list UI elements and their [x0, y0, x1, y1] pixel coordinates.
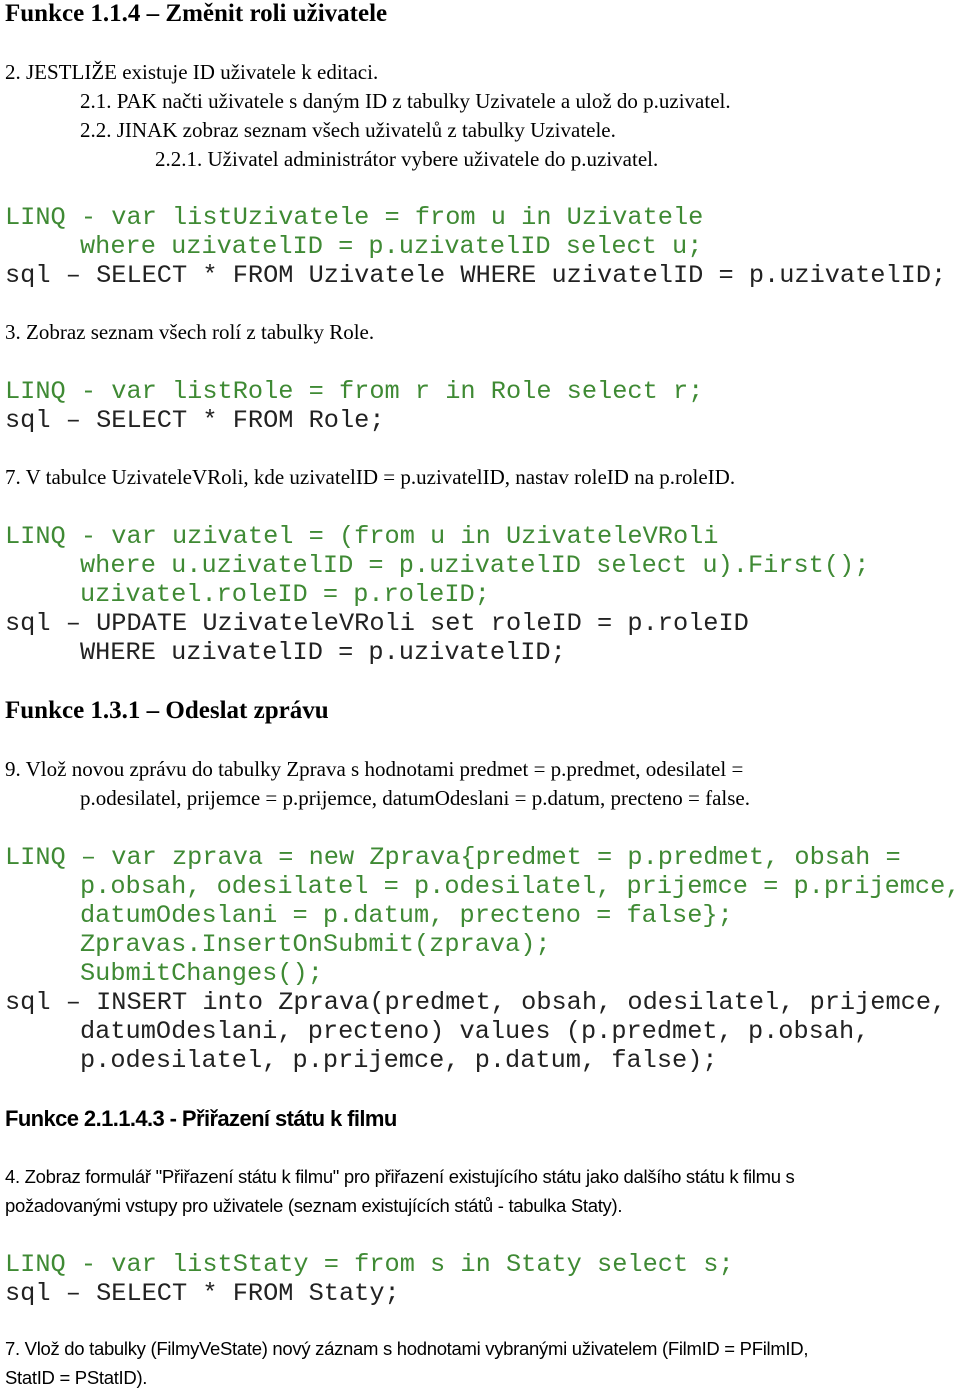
linq-code-line: where uzivatelID = p.uzivatelID select u… — [80, 232, 703, 261]
linq-code-line: SubmitChanges(); — [80, 959, 323, 988]
linq-code-line: datumOdeslani = p.datum, precteno = fals… — [80, 901, 733, 930]
sql-code-line: sql – SELECT * FROM Uzivatele WHERE uziv… — [5, 261, 947, 290]
step-text: 2.1. PAK načti uživatele s daným ID z ta… — [80, 89, 731, 113]
step-text: p.odesilatel, prijemce = p.prijemce, dat… — [80, 786, 750, 810]
step-text: 2.2. JINAK zobraz seznam všech uživatelů… — [80, 118, 616, 142]
section-heading: Funkce 1.1.4 – Změnit roli uživatele — [5, 0, 388, 27]
linq-code-line: LINQ - var listStaty = from s in Staty s… — [5, 1250, 734, 1279]
step-text: 7. Vlož do tabulky (FilmyVeState) nový z… — [5, 1338, 809, 1359]
linq-code-line: LINQ – var zprava = new Zprava{predmet =… — [5, 843, 901, 872]
sql-code-line: sql – SELECT * FROM Staty; — [5, 1279, 400, 1308]
linq-code-line: LINQ - var listRole = from r in Role sel… — [5, 377, 704, 406]
linq-code-line: Zpravas.InsertOnSubmit(zprava); — [80, 930, 551, 959]
step-text: požadovanými vstupy pro uživatele (sezna… — [5, 1195, 623, 1216]
step-text: StatID = PStatID). — [5, 1367, 148, 1388]
linq-code-line: p.obsah, odesilatel = p.odesilatel, prij… — [80, 872, 960, 901]
linq-code-line: LINQ - var listUzivatele = from u in Uzi… — [5, 203, 704, 232]
step-text: 3. Zobraz seznam všech rolí z tabulky Ro… — [5, 320, 375, 344]
sql-code-line: datumOdeslani, precteno) values (p.predm… — [80, 1017, 870, 1046]
step-text: 9. Vlož novou zprávu do tabulky Zprava s… — [5, 757, 744, 781]
sql-code-line: p.odesilatel, p.prijemce, p.datum, false… — [80, 1046, 718, 1075]
step-text: 2.2.1. Uživatel administrátor vybere uži… — [155, 147, 659, 171]
linq-code-line: where u.uzivatelID = p.uzivatelID select… — [80, 551, 870, 580]
sql-code-line: WHERE uzivatelID = p.uzivatelID; — [80, 638, 566, 667]
section-heading: Funkce 1.3.1 – Odeslat zprávu — [5, 697, 329, 724]
linq-code-line: uzivatel.roleID = p.roleID; — [80, 580, 490, 609]
section-heading: Funkce 2.1.1.4.3 - Přiřazení státu k fil… — [5, 1106, 397, 1131]
linq-code-line: LINQ - var uzivatel = (from u in Uzivate… — [5, 522, 719, 551]
step-text: 4. Zobraz formulář "Přiřazení státu k fi… — [5, 1166, 795, 1187]
sql-code-line: sql – INSERT into Zprava(predmet, obsah,… — [5, 988, 947, 1017]
step-text: 2. JESTLIŽE existuje ID uživatele k edit… — [5, 60, 379, 84]
sql-code-line: sql – SELECT * FROM Role; — [5, 406, 385, 435]
step-text: 7. V tabulce UzivateleVRoli, kde uzivate… — [5, 465, 736, 489]
sql-code-line: sql – UPDATE UzivateleVRoli set roleID =… — [5, 609, 749, 638]
